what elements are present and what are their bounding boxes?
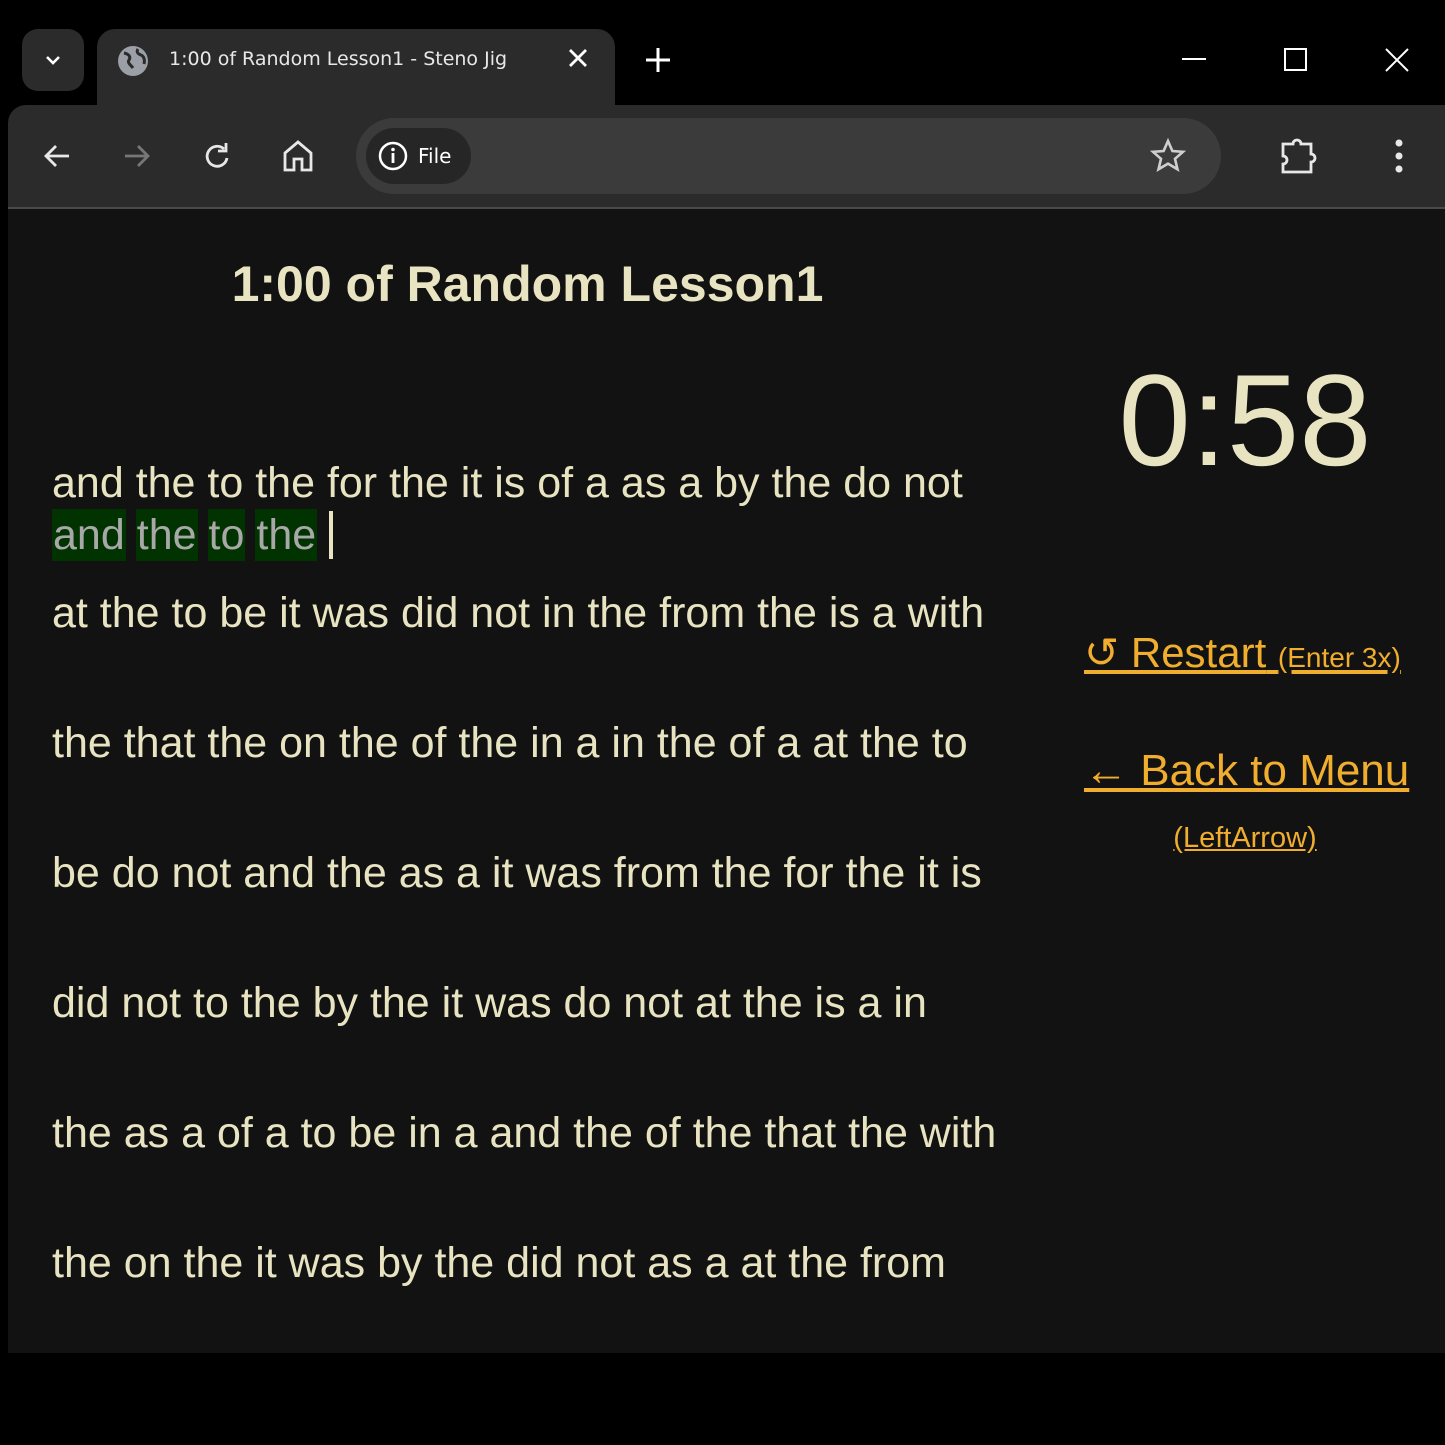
window-close-icon[interactable] [1385,48,1409,72]
lesson-line: the as a of a to be in a and the of the … [52,1109,997,1157]
typed-word: the [255,509,318,561]
restart-hint: (Enter 3x) [1277,642,1401,673]
address-bar[interactable] [356,118,1221,194]
star-icon[interactable] [1150,138,1186,174]
restart-label: ↺ Restart [1084,629,1267,676]
tab-title: 1:00 of Random Lesson1 - Steno Jig [169,48,508,70]
reload-icon[interactable] [202,140,232,172]
lesson-line: at the to be it was did not in the from … [52,589,985,637]
lesson-line: the on the it was by the did not as a at… [52,1239,946,1287]
tab-active[interactable]: 1:00 of Random Lesson1 - Steno Jig [97,29,615,109]
page-title: 1:00 of Random Lesson1 [231,256,824,312]
back-hint-link[interactable]: (LeftArrow) [1173,822,1316,854]
lesson-line: did not to the by the it was do not at t… [52,979,927,1027]
typed-line[interactable]: and the to the [52,509,334,561]
back-to-menu-link[interactable]: ← Back to Menu [1084,746,1409,796]
chevron-down-icon [46,56,60,65]
typed-word: to [207,509,246,561]
restart-link[interactable]: ↺ Restart (Enter 3x) [1084,628,1401,677]
info-icon [378,141,408,171]
lesson-line: the that the on the of the in a in the o… [52,719,968,767]
plus-icon[interactable] [643,45,673,75]
close-icon[interactable] [567,47,589,69]
forward-arrow-icon[interactable] [122,141,152,171]
back-hint: (LeftArrow) [1060,822,1430,855]
countdown-timer: 0:58 [1118,347,1372,493]
home-icon[interactable] [282,139,314,173]
lesson-line: and the to the for the it is of a as a b… [52,459,963,507]
typed-word: the [135,509,198,561]
kebab-menu-icon[interactable] [1393,138,1405,174]
back-arrow-icon[interactable] [42,141,72,171]
puzzle-icon[interactable] [1280,136,1320,176]
typed-word: and [52,509,126,561]
lesson-line: be do not and the as a it was from the f… [52,849,982,897]
globe-icon [118,46,148,76]
address-chip-label: File [418,144,452,168]
site-info-button[interactable]: File [366,128,471,184]
tab-search-button[interactable] [22,29,84,91]
maximize-icon[interactable] [1284,48,1308,72]
minimize-icon[interactable] [1182,58,1206,62]
text-caret [329,511,334,559]
